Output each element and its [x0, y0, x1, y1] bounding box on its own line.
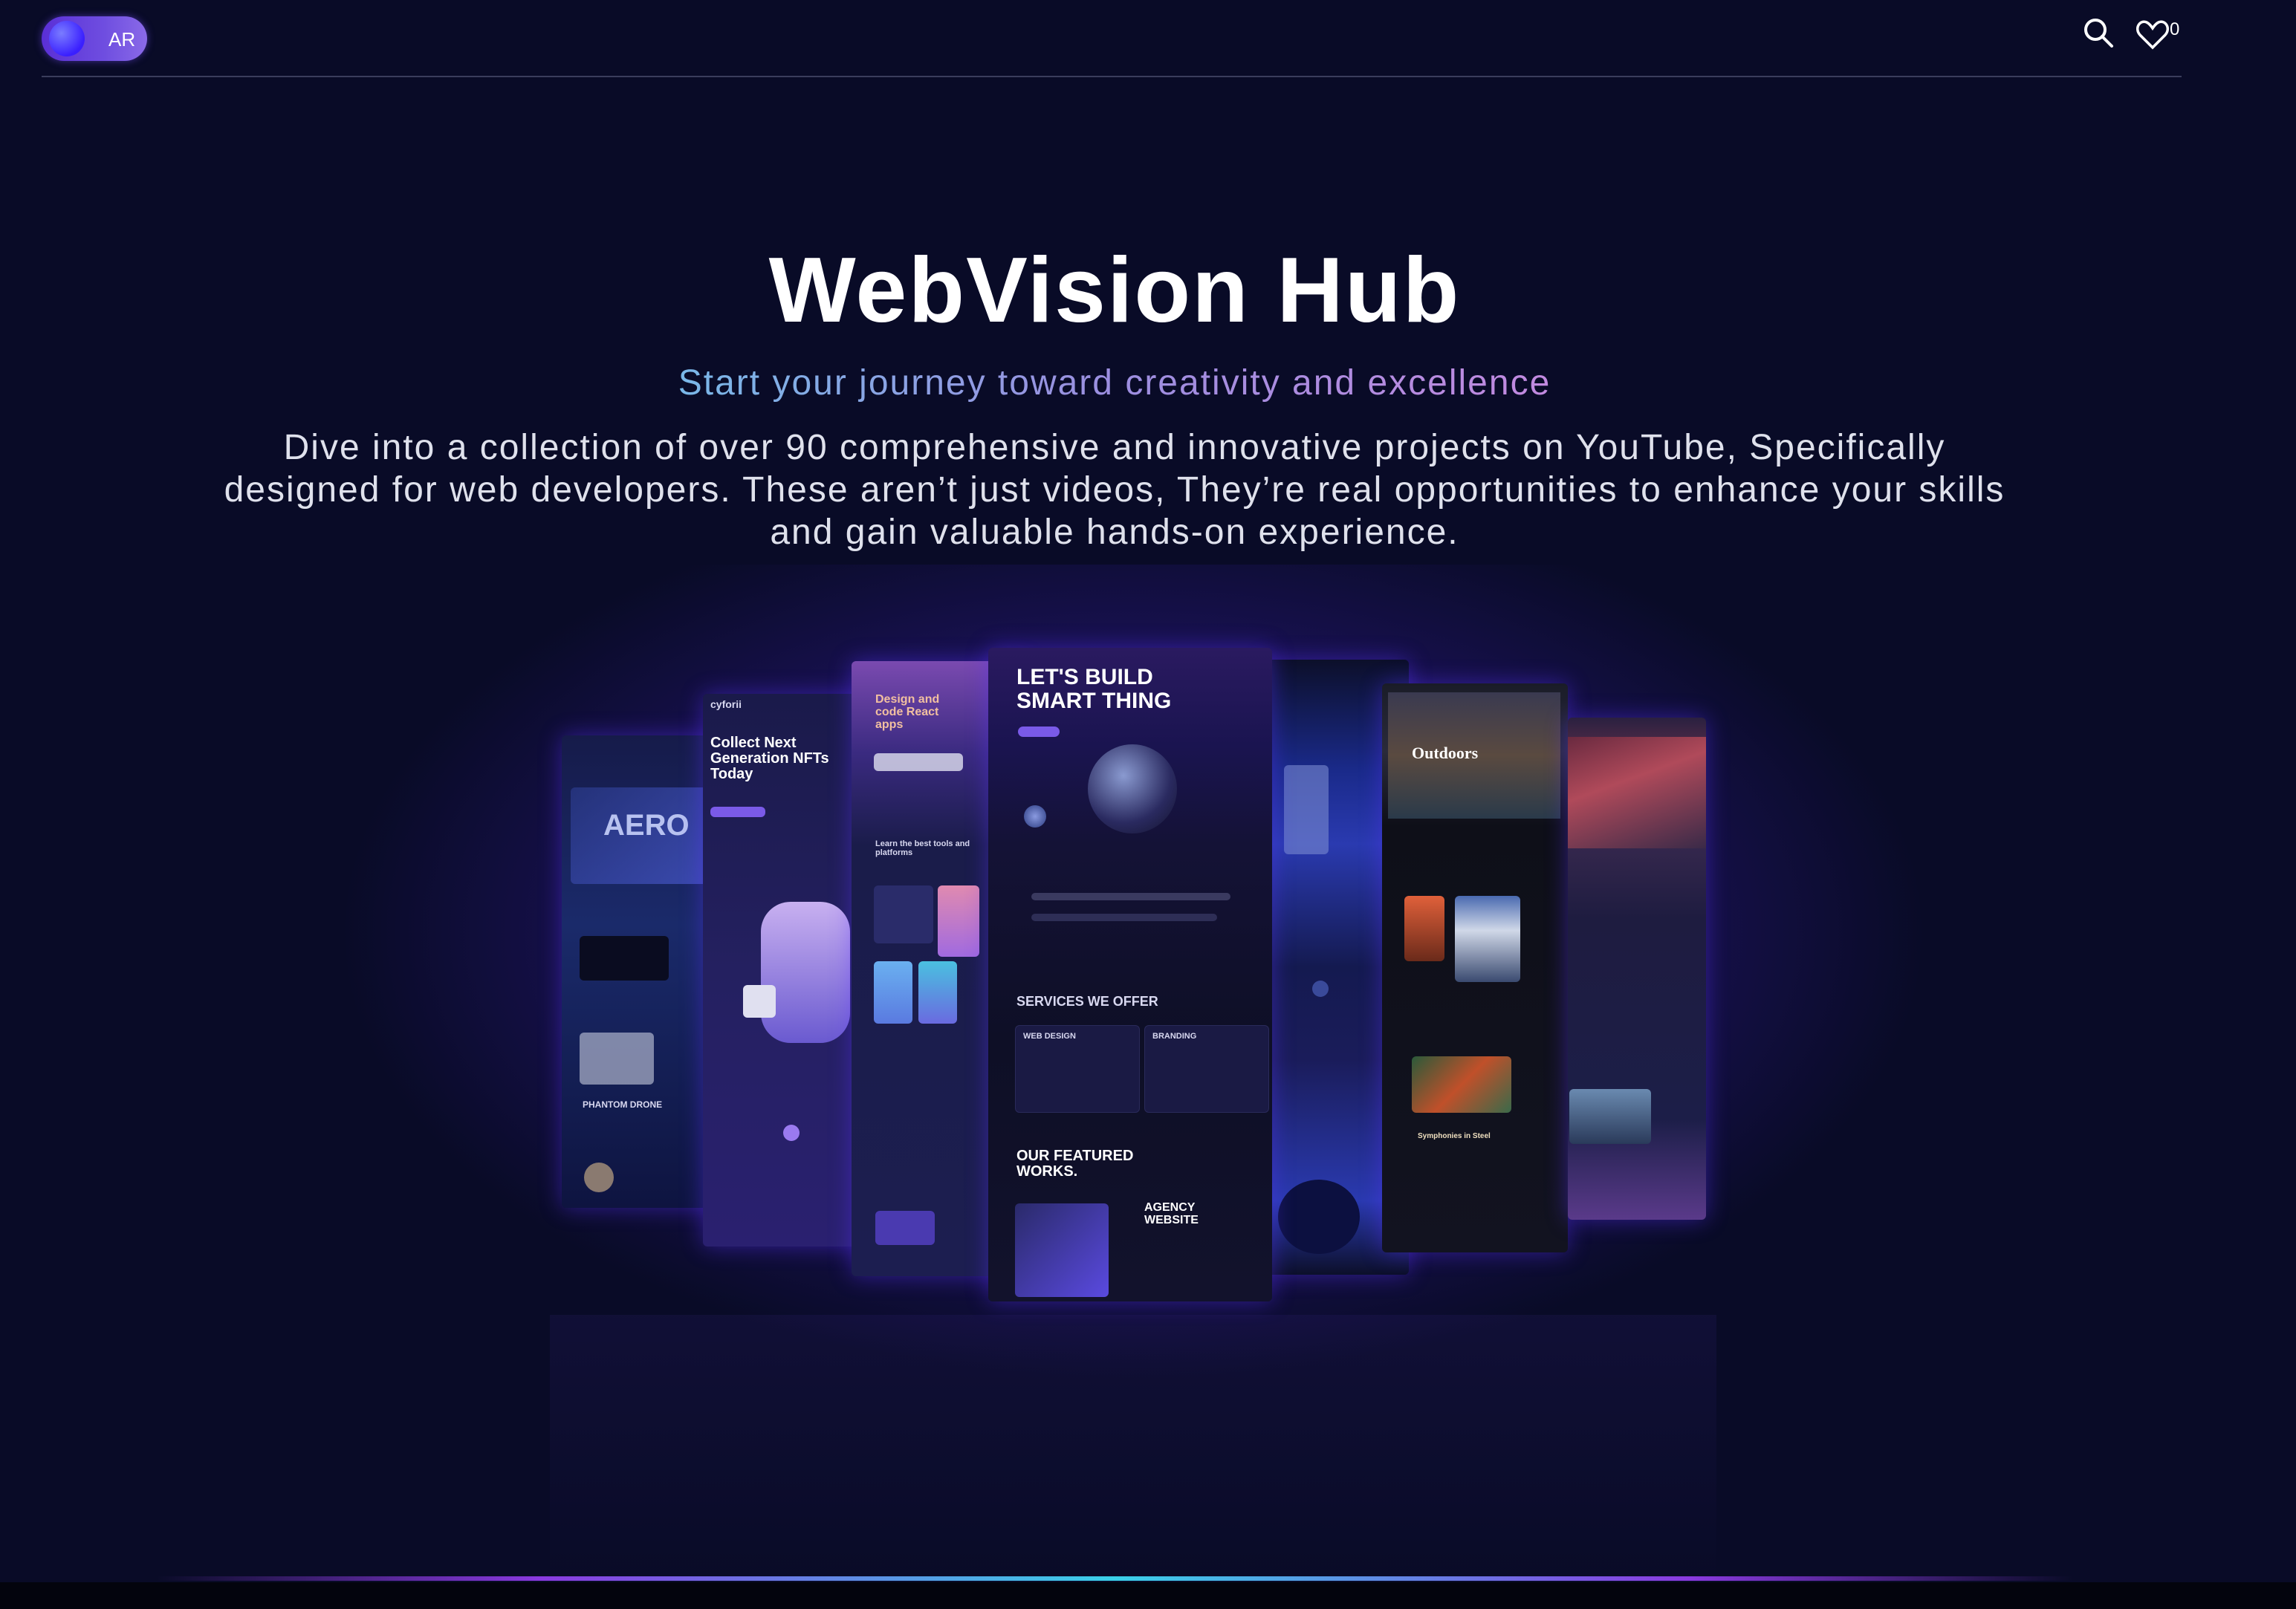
collection-icon: [783, 1125, 800, 1141]
logo-strip: [1031, 893, 1230, 900]
project-card-outdoors[interactable]: Outdoors Symphonies in Steel: [1382, 683, 1568, 1252]
service-title: WEB DESIGN: [1023, 1032, 1076, 1041]
card-headline: AERO: [603, 809, 690, 842]
featured-work-image: [1015, 1203, 1109, 1297]
tool-card: [875, 1211, 935, 1245]
project-card-mountains[interactable]: [1568, 718, 1706, 1220]
card-headline: Design and code React apps: [875, 693, 940, 731]
search-icon[interactable]: [2082, 16, 2115, 49]
logo-strip: [1031, 914, 1217, 921]
nft-cube-image: [743, 985, 776, 1018]
figure-silhouette-image: [1278, 1180, 1360, 1254]
stargazer-image: [1284, 765, 1329, 854]
hero-description: Dive into a collection of over 90 compre…: [224, 428, 2005, 552]
featured-works-heading: OUR FEATURED WORKS.: [1016, 1148, 1134, 1180]
mountain-image: [1568, 737, 1706, 848]
card-headline: Outdoors: [1412, 744, 1479, 762]
hero-subtitle-text: Start your journey toward creativity and…: [678, 363, 1551, 403]
drone-image: [580, 936, 669, 981]
heart-icon[interactable]: [2136, 18, 2170, 51]
service-title: BRANDING: [1152, 1032, 1197, 1041]
card-headline: Collect Next Generation NFTs Today: [710, 735, 829, 782]
bridge-image: [1412, 1056, 1511, 1113]
featured-work-title: AGENCY WEBSITE: [1144, 1201, 1199, 1226]
bottom-accent-line: [156, 1576, 2073, 1581]
tool-card: [874, 961, 912, 1024]
footer-band: [0, 1582, 2296, 1609]
avatar: [1312, 981, 1329, 997]
card-label: PHANTOM DRONE: [583, 1099, 663, 1110]
nft-figure-image: [761, 902, 850, 1043]
sphere-image: [1088, 744, 1177, 833]
hero-subtitle: Start your journey toward creativity and…: [0, 363, 2229, 403]
tool-card: [938, 885, 979, 957]
card-widget: [874, 753, 963, 771]
gallery-image: [1404, 896, 1444, 961]
service-card: BRANDING: [1144, 1025, 1269, 1113]
tool-card: [874, 885, 933, 943]
top-bar: AR 0: [42, 0, 2182, 77]
drone-image: [580, 1033, 654, 1085]
brand-logo: cyforii: [710, 698, 742, 710]
card-headline: LET'S BUILD SMART THING: [1016, 665, 1172, 713]
language-toggle[interactable]: AR: [42, 16, 147, 61]
service-card: WEB DESIGN: [1015, 1025, 1140, 1113]
card-subheading: Learn the best tools and platforms: [875, 839, 970, 857]
avatar: [584, 1163, 614, 1192]
cta-button: [710, 807, 765, 817]
gallery-image: [1569, 1089, 1651, 1144]
favorites-count: 0: [2170, 19, 2180, 39]
showcase-reflection: [550, 1315, 1716, 1582]
page-title: WebVision Hub: [768, 239, 1461, 342]
services-heading: SERVICES WE OFFER: [1016, 994, 1158, 1009]
project-card-agency[interactable]: LET'S BUILD SMART THING SERVICES WE OFFE…: [988, 648, 1272, 1301]
tool-card: [918, 961, 957, 1024]
language-label: AR: [108, 28, 136, 51]
card-caption: Symphonies in Steel: [1418, 1132, 1491, 1140]
toggle-knob[interactable]: [49, 21, 85, 56]
gallery-image: [1455, 896, 1520, 982]
cta-button: [1018, 727, 1060, 737]
small-sphere-image: [1024, 805, 1046, 828]
